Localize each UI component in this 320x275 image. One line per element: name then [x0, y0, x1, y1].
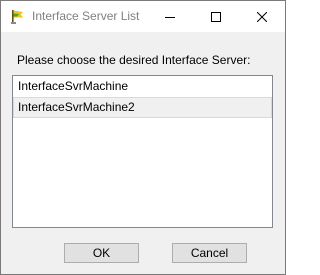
close-icon	[257, 11, 267, 22]
maximize-button[interactable]	[193, 1, 239, 32]
server-listbox[interactable]: InterfaceSvrMachine InterfaceSvrMachine2	[12, 75, 273, 228]
dialog-window: Interface Server List Please choose the …	[0, 0, 286, 275]
prompt-label: Please choose the desired Interface Serv…	[17, 53, 251, 67]
close-button[interactable]	[239, 1, 285, 32]
title-bar[interactable]: Interface Server List	[1, 1, 285, 32]
cancel-button[interactable]: Cancel	[172, 243, 247, 263]
server-label: InterfaceSvrMachine2	[18, 100, 135, 114]
minimize-icon	[165, 16, 175, 18]
list-item-server-2[interactable]: InterfaceSvrMachine2	[13, 97, 272, 118]
window-title: Interface Server List	[32, 9, 140, 23]
minimize-button[interactable]	[147, 1, 193, 32]
flag-app-icon	[10, 9, 26, 25]
maximize-icon	[211, 11, 221, 22]
list-item-server-1[interactable]: InterfaceSvrMachine	[13, 76, 272, 97]
ok-button[interactable]: OK	[64, 243, 139, 263]
server-label: InterfaceSvrMachine	[18, 79, 129, 93]
